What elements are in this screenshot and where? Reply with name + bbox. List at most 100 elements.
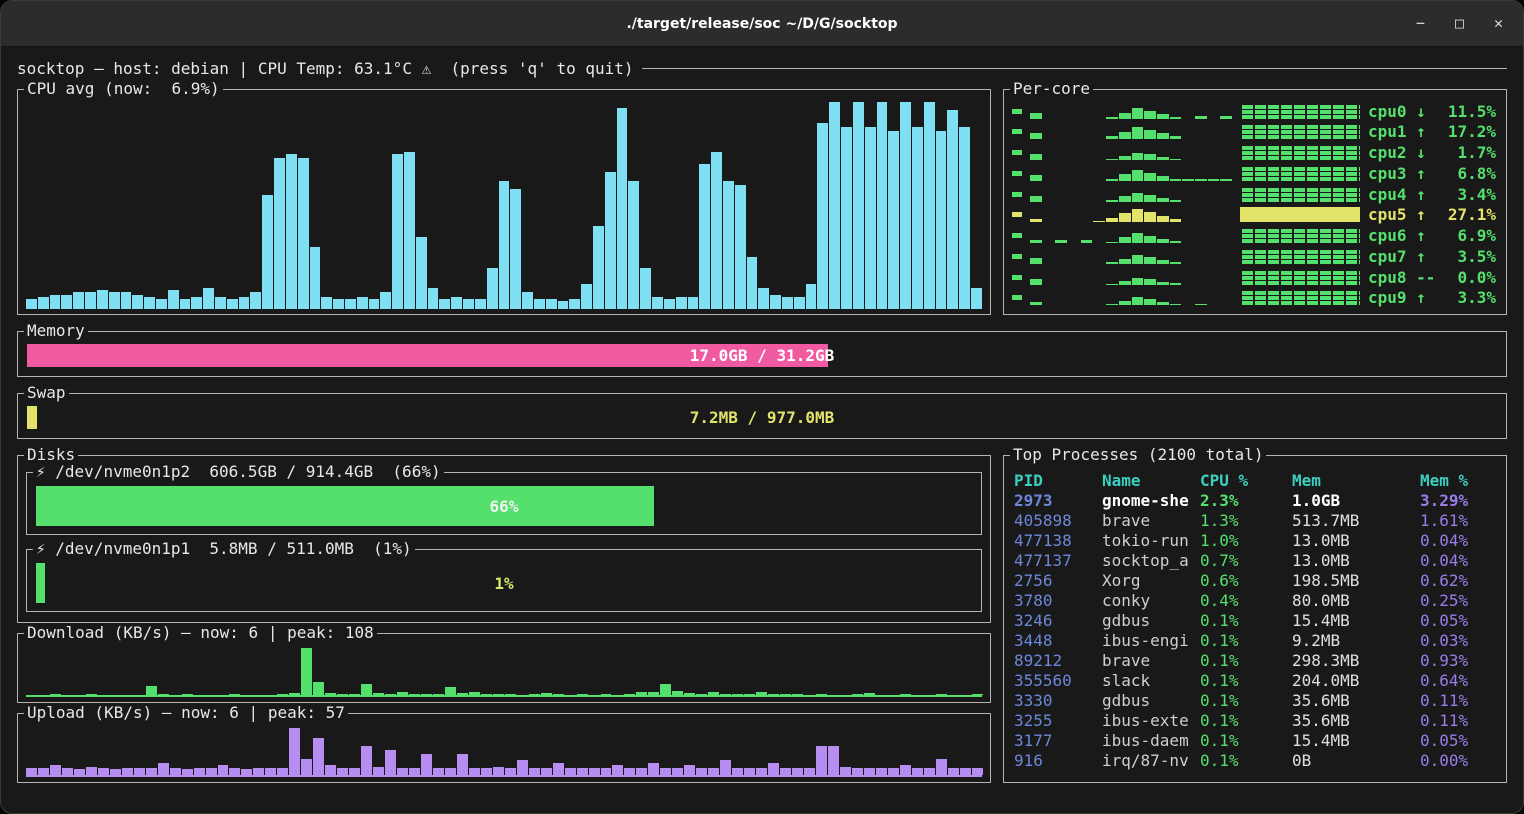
cell-cpu: 0.1% bbox=[1200, 631, 1292, 650]
cpu-avg-chart bbox=[26, 102, 982, 309]
core-usage-blocks bbox=[1240, 124, 1360, 139]
chart-bar bbox=[628, 181, 639, 309]
chart-bar bbox=[182, 694, 193, 695]
chart-bar bbox=[265, 768, 276, 775]
cell-mem: 9.2MB bbox=[1292, 631, 1420, 650]
chart-bar bbox=[469, 692, 480, 695]
core-activity-dash bbox=[1012, 254, 1022, 259]
chart-bar bbox=[168, 290, 179, 309]
swap-panel: Swap 7.2MB / 977.0MB bbox=[17, 393, 1507, 439]
chart-bar bbox=[672, 691, 683, 695]
chart-bar bbox=[581, 284, 592, 309]
minimize-icon[interactable]: − bbox=[1416, 16, 1425, 31]
memory-panel: Memory 17.0GB / 31.2GB bbox=[17, 331, 1507, 377]
cell-pid: 3330 bbox=[1014, 691, 1102, 710]
chart-bar bbox=[947, 110, 958, 309]
cell-mempct: 0.25% bbox=[1420, 591, 1498, 610]
chart-bar bbox=[792, 768, 803, 775]
core-activity-dash bbox=[1012, 275, 1022, 280]
upload-panel: Upload (KB/s) — now: 6 | peak: 57 bbox=[17, 713, 991, 783]
chart-bar bbox=[708, 692, 719, 695]
maximize-icon[interactable]: □ bbox=[1455, 16, 1464, 31]
chart-bar bbox=[373, 767, 384, 775]
process-row: 916irq/87-nv0.1%0B0.00% bbox=[1014, 750, 1498, 770]
cell-cpu: 0.6% bbox=[1200, 571, 1292, 590]
cell-name: brave bbox=[1102, 651, 1200, 670]
chart-bar bbox=[310, 247, 321, 309]
chart-bar bbox=[357, 297, 368, 309]
core-row-cpu4: cpu4 ↑3.4% bbox=[1012, 185, 1496, 203]
left-column: Disks ⚡ /dev/nvme0n1p2 606.5GB / 914.4GB… bbox=[17, 455, 991, 783]
chart-bar bbox=[134, 768, 145, 775]
window-controls: − □ ✕ bbox=[1416, 1, 1503, 46]
chart-bar bbox=[397, 692, 408, 695]
chart-bar bbox=[517, 760, 528, 775]
chart-bar bbox=[541, 768, 552, 775]
core-row-cpu1: cpu1 ↑17.2% bbox=[1012, 123, 1496, 141]
disk-gauge: 1% bbox=[36, 563, 972, 603]
chart-bar bbox=[325, 693, 336, 695]
chart-bar bbox=[241, 769, 252, 775]
chart-bar bbox=[85, 292, 96, 309]
cell-mempct: 0.64% bbox=[1420, 671, 1498, 690]
core-sparkline bbox=[1030, 187, 1232, 202]
cell-cpu: 0.1% bbox=[1200, 711, 1292, 730]
chart-bar bbox=[277, 768, 288, 775]
chart-bar bbox=[457, 693, 468, 695]
chart-bar bbox=[546, 299, 557, 309]
core-usage-blocks bbox=[1240, 228, 1360, 243]
chart-bar bbox=[26, 299, 37, 309]
chart-bar bbox=[38, 297, 49, 309]
chart-bar bbox=[277, 694, 288, 695]
core-usage-blocks bbox=[1240, 145, 1360, 160]
chart-bar bbox=[744, 768, 755, 775]
disk-icon: ⚡ bbox=[36, 462, 46, 481]
chart-bar bbox=[756, 768, 767, 775]
memory-label: 17.0GB / 31.2GB bbox=[27, 344, 1497, 367]
processes-panel: Top Processes (2100 total) PIDNameCPU %M… bbox=[1003, 455, 1507, 783]
core-usage-blocks bbox=[1240, 207, 1360, 222]
chart-bar bbox=[109, 292, 120, 309]
chart-bar bbox=[132, 295, 143, 309]
core-sparkline bbox=[1030, 207, 1232, 222]
chart-bar bbox=[289, 728, 300, 775]
chart-bar bbox=[529, 768, 540, 775]
chart-bar bbox=[640, 268, 651, 309]
process-row: 3255ibus-exte0.1%35.6MB0.11% bbox=[1014, 710, 1498, 730]
process-row: 405898brave1.3%513.7MB1.61% bbox=[1014, 510, 1498, 530]
status-line: socktop — host: debian | CPU Temp: 63.1°… bbox=[17, 57, 1507, 79]
disk-icon: ⚡ bbox=[36, 539, 46, 558]
disks-panel: Disks ⚡ /dev/nvme0n1p2 606.5GB / 914.4GB… bbox=[17, 455, 991, 623]
download-panel: Download (KB/s) — now: 6 | peak: 108 bbox=[17, 633, 991, 703]
chart-bar bbox=[158, 694, 169, 695]
chart-bar bbox=[110, 769, 121, 775]
chart-bar bbox=[369, 299, 380, 309]
core-label: cpu3 ↑6.8% bbox=[1368, 164, 1496, 183]
chart-bar bbox=[744, 694, 755, 695]
chart-bar bbox=[696, 768, 707, 775]
chart-bar bbox=[864, 768, 875, 775]
cell-mem: 15.4MB bbox=[1292, 611, 1420, 630]
close-icon[interactable]: ✕ bbox=[1494, 16, 1503, 31]
chart-bar bbox=[865, 127, 876, 309]
process-row: 477137socktop_a0.7%13.0MB0.04% bbox=[1014, 550, 1498, 570]
chart-bar bbox=[50, 694, 61, 695]
chart-bar bbox=[900, 694, 911, 695]
disk-title: ⚡ /dev/nvme0n1p1 5.8MB / 511.0MB (1%) bbox=[33, 539, 415, 559]
process-row: 3177ibus-daem0.1%15.4MB0.05% bbox=[1014, 730, 1498, 750]
chart-bar bbox=[215, 297, 226, 309]
core-label: cpu6 ↑6.9% bbox=[1368, 226, 1496, 245]
cell-mempct: 0.11% bbox=[1420, 711, 1498, 730]
chart-bar bbox=[936, 131, 947, 309]
cell-pid: 2756 bbox=[1014, 571, 1102, 590]
titlebar[interactable]: ./target/release/soc ~/D/G/socktop − □ ✕ bbox=[1, 1, 1523, 47]
cell-mem: 204.0MB bbox=[1292, 671, 1420, 690]
chart-bar bbox=[732, 768, 743, 775]
cell-pid: 916 bbox=[1014, 751, 1102, 770]
cell-pid: 477138 bbox=[1014, 531, 1102, 550]
chart-bar bbox=[286, 154, 297, 309]
cell-mem: 80.0MB bbox=[1292, 591, 1420, 610]
process-row: 3780conky0.4%80.0MB0.25% bbox=[1014, 590, 1498, 610]
core-row-cpu9: cpu9 ↑3.3% bbox=[1012, 289, 1496, 307]
core-activity-dash bbox=[1012, 150, 1022, 155]
